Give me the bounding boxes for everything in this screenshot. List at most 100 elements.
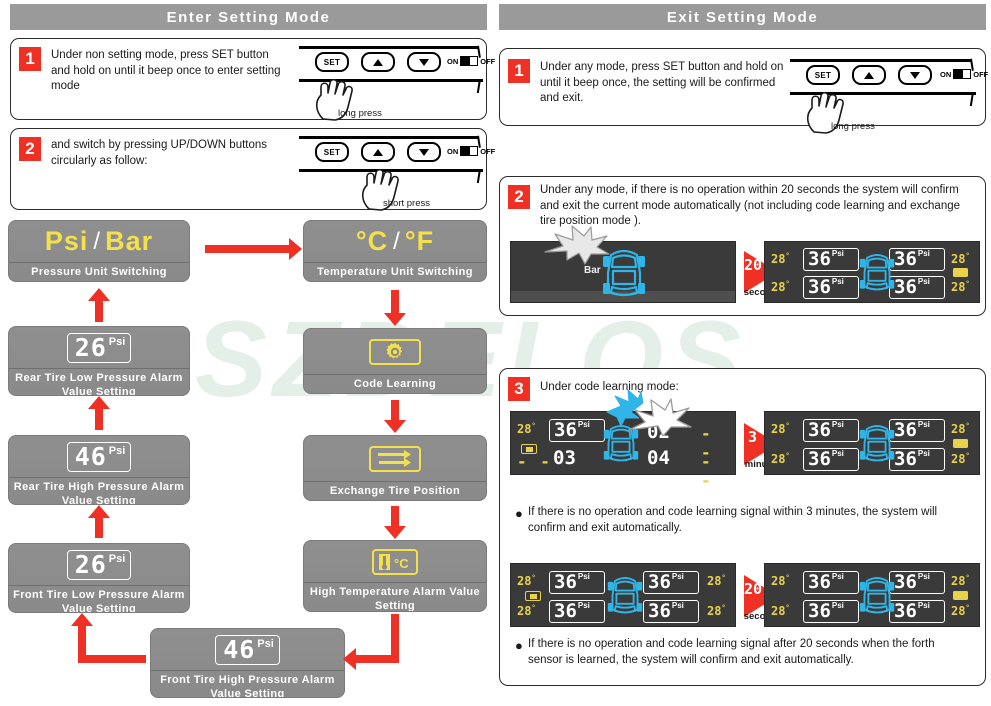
car-outline-icon [859, 568, 895, 629]
triangle-up-icon [373, 148, 383, 156]
power-switch[interactable]: ON OFF [447, 56, 495, 66]
arrow-front-low-to-rear-high [95, 516, 103, 538]
bar-alert-label: Bar [584, 265, 601, 276]
unit-psi-label: Psi [44, 226, 89, 256]
arrow-exchange-to-high-temp-head [384, 526, 406, 539]
node-rear-tire-high-pressure[interactable]: 46 Psi Rear Tire High Pressure Alarm Val… [8, 435, 190, 505]
temp-rear-right: 28° [951, 452, 970, 466]
front-low-value: 26 [74, 549, 107, 579]
up-button[interactable] [361, 142, 395, 162]
lcd-step3b-before: 28° 28° 28° 28° 36 Psi 36 Psi 36 Psi 36 Psi [510, 563, 736, 627]
node-rear-low-label: Rear Tire Low Pressure Alarm Value Setti… [15, 372, 183, 396]
set-button[interactable]: SET [315, 142, 349, 162]
arrow-rear-low-to-pressure-unit-head [88, 288, 110, 301]
left-step-2-text: and switch by pressing UP/DOWN buttons c… [51, 139, 268, 167]
rear-low-value: 26 [74, 332, 107, 362]
triangle-down-icon [910, 71, 920, 79]
arrow-code-learning-to-exchange [391, 400, 399, 422]
temp-front-left: 28° [517, 574, 536, 588]
rear-high-value: 46 [74, 441, 107, 471]
gear-icon [369, 338, 421, 365]
node-code-learning[interactable]: Code Learning [303, 328, 487, 394]
node-high-temp-display: °C [304, 541, 486, 583]
node-rear-tire-low-pressure[interactable]: 26 Psi Rear Tire Low Pressure Alarm Valu… [8, 326, 190, 396]
node-rear-high-display: 46 Psi [9, 436, 189, 478]
down-button[interactable] [898, 65, 932, 85]
node-exchange-tire-position[interactable]: Exchange Tire Position [303, 435, 487, 501]
arrow-rear-high-to-rear-low [95, 408, 103, 430]
rear-high-unit: Psi [108, 444, 126, 457]
bullet-dot-icon: ● [515, 638, 523, 653]
thermometer-celsius-icon: °C [372, 548, 418, 575]
short-press-label-step2-left: short press [383, 198, 430, 209]
bullet-item-1: ● If there is no operation and code lear… [515, 505, 968, 536]
switch-toggle-icon [460, 146, 479, 156]
temp-front-left: 28° [771, 422, 790, 436]
temp-front-right: 28° [707, 574, 726, 588]
down-button[interactable] [407, 142, 441, 162]
arrow-rear-low-to-pressure-unit [95, 300, 103, 322]
up-button[interactable] [852, 65, 886, 85]
node-rear-high-label: Rear Tire High Pressure Alarm Value Sett… [13, 481, 185, 505]
node-code-learning-display [304, 329, 486, 375]
right-step-3-number: 3 [508, 377, 530, 401]
node-temperature-unit-switching[interactable]: °C / °F Temperature Unit Switching [303, 220, 487, 282]
node-high-temperature-alarm[interactable]: °C High Temperature Alarm Value Setting [303, 540, 487, 612]
unit-fahrenheit-label: °F [404, 226, 435, 256]
triangle-up-icon [864, 71, 874, 79]
node-exchange-tire-display [304, 436, 486, 482]
pressure-front-right: 36 Psi [889, 571, 945, 594]
node-front-tire-high-pressure[interactable]: 46 Psi Front Tire High Pressure Alarm Va… [150, 628, 345, 698]
triangle-down-icon [419, 148, 429, 156]
temp-rear-left: 28° [771, 280, 790, 294]
svg-text:°C: °C [394, 556, 409, 571]
set-button[interactable]: SET [806, 65, 840, 85]
temp-rear-left: 28° [517, 604, 536, 618]
pressure-rear-right: 36 Psi [643, 600, 699, 623]
car-outline-icon [859, 416, 895, 477]
switch-on-label: ON [447, 56, 459, 66]
timer-step3b-value: 20 [744, 580, 763, 598]
switch-off-label: OFF [480, 146, 496, 156]
bullet-dot-icon: ● [515, 506, 523, 521]
node-front-high-label: Front Tire High Pressure Alarm Value Set… [160, 674, 335, 698]
arrow-front-low-to-rear-high-head [88, 505, 110, 518]
right-step-2-text: Under any mode, if there is no operation… [540, 184, 961, 227]
temp-rear-right: 28° [951, 604, 970, 618]
temp-front-right: 28° [951, 252, 970, 266]
node-front-tire-low-pressure[interactable]: 26 Psi Front Tire Low Pressure Alarm Val… [8, 543, 190, 613]
right-step-1-box: 1 Under any mode, press SET button and h… [499, 48, 988, 134]
down-button[interactable] [407, 52, 441, 72]
arrow-front-high-to-front-low-vertical [78, 625, 86, 659]
rear-low-unit: Psi [108, 335, 126, 348]
temp-front-right: 28° [951, 422, 970, 436]
left-step-2-box: 2 and switch by pressing UP/DOWN buttons… [10, 128, 495, 211]
power-switch[interactable]: ON OFF [940, 69, 988, 79]
panel-left-title: Enter Setting Mode [10, 4, 487, 30]
long-press-label-step1-left: long press [338, 108, 382, 119]
node-pressure-unit-switching[interactable]: Psi / Bar Pressure Unit Switching [8, 220, 190, 282]
arrow-high-temp-to-front-high-head [343, 648, 356, 670]
temp-front-left: 28° [517, 422, 536, 436]
left-step-1-number: 1 [19, 47, 41, 71]
learning-signal-burst-icon [605, 386, 695, 441]
pressure-front-right: 36 Psi [889, 248, 945, 271]
pressure-rear-left: 36 Psi [549, 600, 605, 623]
power-switch[interactable]: ON OFF [447, 146, 495, 156]
arrow-rear-high-to-rear-low-head [88, 396, 110, 409]
temp-rear-right: 28° [707, 604, 726, 618]
pressure-front-left: 36 Psi [549, 571, 605, 594]
set-button[interactable]: SET [315, 52, 349, 72]
car-outline-icon [607, 568, 643, 629]
up-button[interactable] [361, 52, 395, 72]
unit-separator: / [93, 227, 101, 255]
right-step-1-number: 1 [508, 59, 530, 83]
node-front-low-display: 26 Psi [9, 544, 189, 586]
node-code-learning-label: Code Learning [353, 378, 437, 390]
temp-rear-left: 28° [771, 604, 790, 618]
unit-celsius-label: °C [355, 226, 389, 256]
timer-step3a-value: 3 [748, 428, 758, 446]
switch-off-label: OFF [973, 69, 989, 79]
arrow-front-high-to-front-low-head [71, 613, 93, 626]
pressure-front-left: 36 Psi [803, 248, 859, 271]
